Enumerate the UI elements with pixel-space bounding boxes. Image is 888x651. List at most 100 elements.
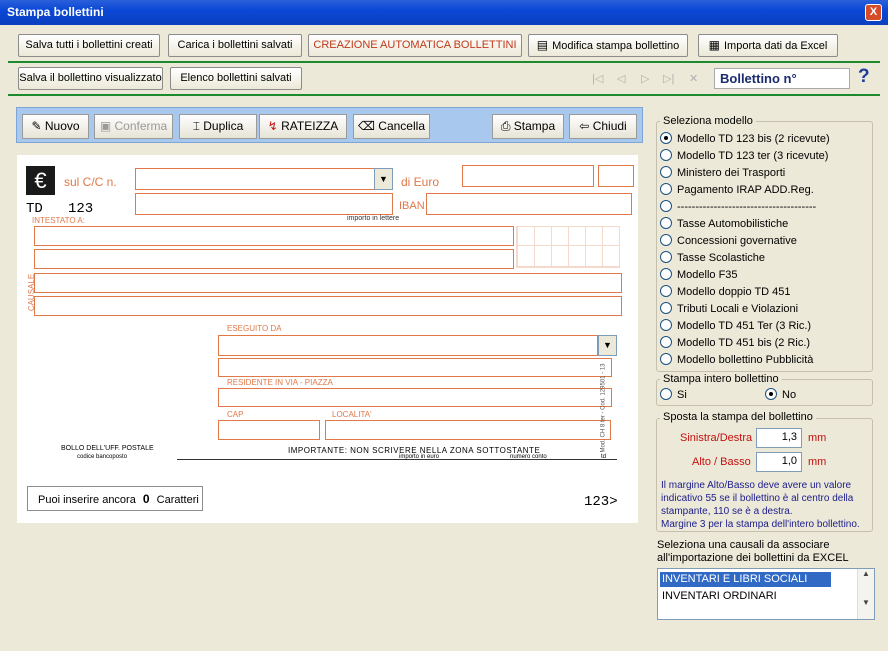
saved-list-button[interactable]: Elenco bollettini salvati [170, 67, 302, 90]
cancella-label: Cancella [378, 119, 425, 133]
iban-field[interactable] [426, 193, 632, 215]
localita-field[interactable] [325, 420, 611, 440]
scroll-down-icon[interactable]: ▼ [858, 598, 874, 607]
causali-item-selected[interactable]: INVENTARI E LIBRI SOCIALI [660, 572, 831, 587]
importo-lettere-label: importo in lettere [347, 215, 400, 222]
radio-circle [660, 166, 672, 178]
duplica-button[interactable]: ⌶ Duplica [179, 114, 257, 139]
causali-item[interactable]: INVENTARI ORDINARI [660, 589, 779, 603]
intestato-field-1[interactable] [34, 226, 514, 246]
modello-option-radio[interactable]: Ministero dei Trasporti [660, 166, 785, 179]
first-record-icon[interactable]: |◁ [592, 72, 603, 85]
auto-create-button[interactable]: CREAZIONE AUTOMATICA BOLLETTINI [308, 34, 522, 57]
intero-no-label: No [782, 389, 797, 401]
exit-door-icon: ⇦ [579, 119, 590, 133]
bollettino-form: € sul C/C n. ▼ di Euro TD 123 importo in… [17, 155, 638, 523]
modello-option-radio[interactable]: Tasse Scolastiche [660, 251, 765, 264]
load-saved-button[interactable]: Carica i bollettini salvati [168, 34, 302, 57]
modello-option-radio[interactable]: Modello bollettino Pubblicità [660, 353, 813, 366]
sx-input[interactable]: 1,3 [756, 428, 802, 448]
modello-option-radio[interactable]: Modello TD 123 bis (2 ricevute) [660, 132, 830, 145]
causale-field-1[interactable] [34, 273, 622, 293]
rateizza-label: RATEIZZA [281, 119, 339, 133]
modello-option-radio[interactable]: Modello doppio TD 451 [660, 285, 791, 298]
sul-cc-label: sul C/C n. [64, 175, 117, 189]
scroll-up-icon[interactable]: ▲ [858, 569, 874, 578]
causali-scrollbar[interactable]: ▲ ▼ [857, 569, 874, 619]
save-all-button[interactable]: Salva tutti i bollettini creati [18, 34, 160, 57]
sx-label: Sinistra/Destra [680, 432, 753, 444]
modello-option-radio[interactable]: Concessioni governative [660, 234, 797, 247]
modello-option-label: Modello TD 123 bis (2 ricevute) [677, 133, 830, 145]
cc-dropdown-button[interactable]: ▼ [374, 168, 393, 190]
modello-option-radio[interactable]: Pagamento IRAP ADD.Reg. [660, 183, 814, 196]
next-record-icon[interactable]: ▷ [641, 72, 649, 85]
euro-amount-field[interactable] [462, 165, 594, 187]
nuovo-button[interactable]: ✎ Nuovo [22, 114, 89, 139]
intero-si-radio[interactable]: Si [660, 388, 687, 401]
euro-cents-field[interactable] [598, 165, 634, 187]
delete-record-icon[interactable]: ✕ [689, 72, 698, 85]
prev-record-icon[interactable]: ◁ [617, 72, 625, 85]
rateizza-icon: ↯ [267, 119, 278, 133]
residente-field[interactable] [218, 388, 612, 407]
radio-circle [660, 388, 672, 400]
modello-option-radio[interactable]: Modello TD 123 ter (3 ricevute) [660, 149, 828, 162]
modello-option-label: -------------------------------------- [677, 201, 817, 213]
edit-print-icon: ▤ [536, 38, 549, 52]
saved-list-label: Elenco bollettini salvati [180, 72, 292, 84]
eseguito-field-2[interactable] [218, 358, 612, 377]
edit-print-button[interactable]: ▤ Modifica stampa bollettino [528, 34, 688, 57]
last-record-icon[interactable]: ▷| [663, 72, 674, 85]
import-excel-label: Importa dati da Excel [724, 40, 828, 52]
radio-circle [660, 336, 672, 348]
title-bar: Stampa bollettini X [0, 0, 888, 25]
stampa-button[interactable]: ⎙ Stampa [492, 114, 564, 139]
cancella-button[interactable]: ⌫ Cancella [353, 114, 430, 139]
close-button[interactable]: X [865, 4, 882, 21]
stampa-label: Stampa [513, 119, 556, 133]
modello-option-radio[interactable]: Modello F35 [660, 268, 738, 281]
eseguito-dropdown-button[interactable]: ▼ [598, 335, 617, 356]
modello-title: Seleziona modello [660, 115, 756, 127]
importo-line [177, 459, 617, 460]
modello-option-radio[interactable]: -------------------------------------- [660, 200, 816, 213]
help-icon[interactable]: ? [858, 66, 870, 88]
cap-field[interactable] [218, 420, 320, 440]
modello-option-radio[interactable]: Modello TD 451 bis (2 Ric.) [660, 336, 810, 349]
radio-circle [660, 234, 672, 246]
eseguito-field[interactable] [218, 335, 598, 356]
modello-option-label: Modello bollettino Pubblicità [677, 354, 814, 366]
excel-icon: ▦ [708, 38, 720, 52]
cc-number-field[interactable] [135, 168, 375, 190]
save-all-label: Salva tutti i bollettini creati [25, 39, 153, 51]
import-excel-button[interactable]: ▦ Importa dati da Excel [698, 34, 838, 57]
window-title: Stampa bollettini [7, 5, 104, 19]
modello-option-radio[interactable]: Tributi Locali e Violazioni [660, 302, 798, 315]
importo-lettere-field[interactable] [135, 193, 393, 215]
td-code-label: TD 123 [26, 201, 94, 217]
conferma-button[interactable]: ▣ Conferma [94, 114, 173, 139]
modello-option-radio[interactable]: Modello TD 451 Ter (3 Ric.) [660, 319, 811, 332]
chiudi-button[interactable]: ⇦ Chiudi [569, 114, 637, 139]
counter-suffix: Caratteri [156, 494, 199, 506]
printer-icon: ⎙ [500, 119, 511, 133]
radio-circle [660, 217, 672, 229]
intestato-field-2[interactable] [34, 249, 514, 269]
modello-option-radio[interactable]: Tasse Automobilistiche [660, 217, 788, 230]
radio-circle [660, 353, 672, 365]
auto-create-label: CREAZIONE AUTOMATICA BOLLETTINI [313, 39, 517, 51]
toolbar-separator-2 [8, 94, 880, 96]
rateizza-button[interactable]: ↯ RATEIZZA [259, 114, 347, 139]
eraser-icon: ⌫ [357, 119, 375, 133]
chevron-down-icon: ▼ [379, 174, 388, 184]
causale-field-2[interactable] [34, 296, 622, 316]
save-shown-button[interactable]: Salva il bollettino visualizzato [18, 67, 163, 90]
modello-option-label: Modello TD 451 bis (2 Ric.) [677, 337, 811, 349]
ab-input[interactable]: 1,0 [756, 452, 802, 472]
ab-unit: mm [808, 456, 827, 468]
modello-option-label: Modello TD 451 Ter (3 Ric.) [677, 320, 812, 332]
intero-no-radio[interactable]: No [765, 388, 796, 401]
duplica-label: Duplica [203, 119, 244, 133]
sx-unit: mm [808, 432, 827, 444]
